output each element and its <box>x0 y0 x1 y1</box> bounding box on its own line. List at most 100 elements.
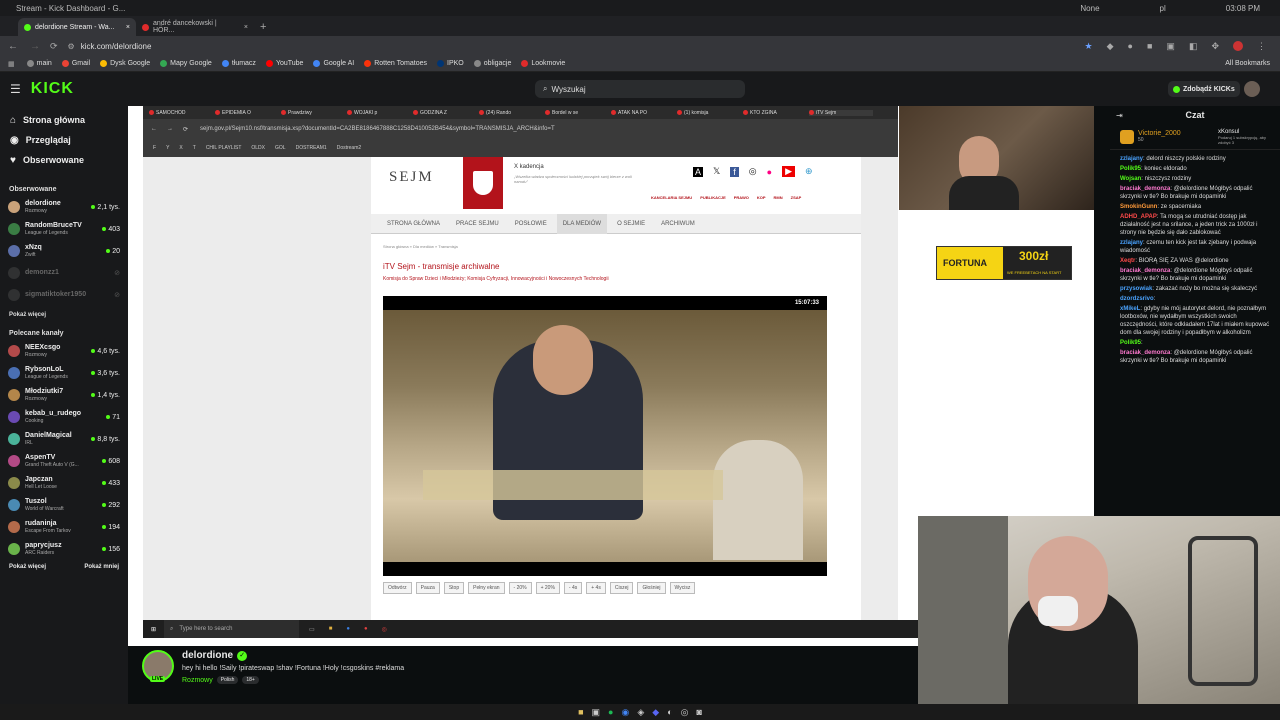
nav-label: Strona główna <box>23 115 86 125</box>
obs-icon[interactable]: ◙ <box>696 707 701 717</box>
chat-username[interactable]: Polik95 <box>1120 166 1141 172</box>
sidebar-channel[interactable]: demonzz1 ⊘ <box>0 262 128 284</box>
nav-item-2[interactable]: ♥ Obserwowane <box>0 150 128 170</box>
instagram-icon[interactable]: ◎ <box>749 166 757 177</box>
bookmark-item[interactable]: Rotten Tomatoes <box>364 60 427 67</box>
kick-logo[interactable]: KICK <box>31 80 74 98</box>
browser-tab-kick[interactable]: delordione Stream - Wa... × <box>18 18 136 36</box>
flickr-icon[interactable]: ● <box>767 167 772 177</box>
search-input[interactable]: Wyszukaj <box>551 85 585 94</box>
nav-item-0[interactable]: ⌂ Strona główna <box>0 110 128 130</box>
close-icon[interactable]: × <box>244 24 248 31</box>
collapse-chat-icon[interactable]: ⇥ <box>1116 111 1123 120</box>
sidebar-channel[interactable]: kebab_u_rudego Cooking 71 <box>0 406 128 428</box>
sejm-video-player[interactable]: 15:07:33 <box>383 296 827 576</box>
extension-icon[interactable]: ■ <box>1147 41 1152 52</box>
app-icon[interactable]: ◈ <box>637 707 644 718</box>
star-icon[interactable]: ★ <box>1085 41 1093 52</box>
profile-avatar[interactable] <box>1233 40 1243 51</box>
sidebar-channel[interactable]: Japczan Hell Let Loose 433 <box>0 472 128 494</box>
fortuna-ad-banner[interactable]: FORTUNA 300zł WE FREEBETACH NA START <box>936 246 1072 280</box>
inner-tab: iTV Sejm <box>809 109 873 116</box>
bookmark-item[interactable]: tłumacz <box>221 60 256 67</box>
extension-icon[interactable]: ● <box>1128 41 1133 52</box>
chat-username[interactable]: Xeqtr <box>1120 258 1135 264</box>
new-tab-icon[interactable]: + <box>260 21 266 33</box>
sidebar-channel[interactable]: rudaninja Escape From Tarkov 194 <box>0 516 128 538</box>
bookmark-item[interactable]: Lookmovie <box>521 60 565 67</box>
spotify-icon[interactable]: ● <box>608 707 613 717</box>
terminal-icon[interactable]: ▣ <box>592 707 601 718</box>
nav-item-1[interactable]: ◉ Przeglądaj <box>0 130 128 150</box>
chat-username[interactable]: przysowiak <box>1120 286 1152 292</box>
show-more-followed-link[interactable]: Pokaż więcej <box>0 308 128 322</box>
chrome-icon[interactable]: ◉ <box>621 707 629 718</box>
bookmark-item[interactable]: IPKO <box>437 60 464 67</box>
ad-subtext: WE FREEBETACH NA START <box>1007 270 1062 275</box>
chat-username[interactable]: ADHD_APAP <box>1120 214 1157 220</box>
sidebar-channel[interactable]: RandomBruceTV League of Legends 403 <box>0 218 128 240</box>
bookmark-item[interactable]: Google AI <box>313 60 354 67</box>
url-field[interactable]: kick.com/delordione <box>81 42 152 51</box>
chat-username[interactable]: Polik95 <box>1120 340 1141 346</box>
sidebar-channel[interactable]: Tuszol World of Warcraft 292 <box>0 494 128 516</box>
bookmark-item[interactable]: main <box>26 60 52 67</box>
all-bookmarks[interactable]: All Bookmarks <box>1225 60 1270 67</box>
browser-tab-youtube[interactable]: andré dancekowski | HÖR... × <box>136 18 254 36</box>
bookmark-item[interactable]: Mapy Google <box>160 60 212 67</box>
site-info-icon[interactable]: ⚙ <box>68 42 75 51</box>
bookmark-item[interactable]: obligacje <box>473 60 511 67</box>
app-icon[interactable]: ◎ <box>681 707 689 718</box>
tag-18plus[interactable]: 18+ <box>242 676 259 684</box>
sidebar-channel[interactable]: AspenTV Grand Theft Auto V (G... 608 <box>0 450 128 472</box>
chat-username[interactable]: Wojsan <box>1120 176 1141 182</box>
chat-username[interactable]: zzlajany <box>1120 156 1143 162</box>
apps-icon[interactable]: ▦ <box>8 60 15 68</box>
sidebar-channel[interactable]: xNzq Zwift 20 <box>0 240 128 262</box>
bookmark-item[interactable]: YouTube <box>265 60 303 67</box>
steam-icon[interactable]: ◐ <box>667 707 672 717</box>
show-less-link[interactable]: Pokaż mniej <box>84 564 119 570</box>
show-more-recommended-link[interactable]: Pokaż więcej <box>9 564 46 570</box>
back-icon[interactable]: ← <box>8 41 18 52</box>
extension-icon[interactable]: ▣ <box>1166 41 1175 52</box>
extension-icon[interactable]: ◧ <box>1189 41 1198 52</box>
facebook-icon[interactable]: f <box>730 166 739 177</box>
sidebar-channel[interactable]: sigmatiktoker1950 ⊘ <box>0 284 128 306</box>
bookmark-item[interactable]: Dysk Google <box>100 60 150 67</box>
sidebar-channel[interactable]: RybsonLoL League of Legends 3,6 tys. <box>0 362 128 384</box>
sidebar-channel[interactable]: Młodziutki7 Rozmowy 1,4 tys. <box>0 384 128 406</box>
get-kicks-button[interactable]: Zdobądź KICKs <box>1168 81 1240 97</box>
stream-category[interactable]: Rozmowy <box>182 677 213 684</box>
sidebar-channel[interactable]: DanielMagical IRL 8,8 tys. <box>0 428 128 450</box>
close-icon[interactable]: × <box>126 24 130 31</box>
chat-username[interactable]: braciak_demonza <box>1120 350 1170 356</box>
user-avatar[interactable] <box>1244 81 1260 97</box>
sidebar-channel[interactable]: paprycjusz ARC Raiders 156 <box>0 538 128 560</box>
chat-username[interactable]: SmokinGunn <box>1120 204 1157 210</box>
puzzle-icon[interactable]: ✥ <box>1211 41 1219 52</box>
tag-polish[interactable]: Polish <box>216 676 239 684</box>
alt-icon[interactable]: A <box>693 166 704 177</box>
extension-icon[interactable]: ◆ <box>1107 41 1114 52</box>
streamer-name[interactable]: delordione <box>182 650 233 661</box>
forward-icon[interactable]: → <box>30 41 40 52</box>
menu-icon[interactable]: ⋮ <box>1257 41 1266 52</box>
chat-username[interactable]: xMikeL <box>1120 306 1140 312</box>
chat-username[interactable]: dzordzsrivo <box>1120 296 1154 302</box>
viewer-count: 403 <box>102 226 120 233</box>
globe-icon[interactable]: ⊕ <box>805 166 813 177</box>
sidebar-channel[interactable]: delordione Rozmowy 2,1 tys. <box>0 196 128 218</box>
youtube-icon[interactable]: ▶ <box>782 166 796 177</box>
discord-icon[interactable]: ◆ <box>652 707 659 718</box>
chat-username[interactable]: braciak_demonza <box>1120 186 1170 192</box>
bookmark-item[interactable]: Gmail <box>61 60 90 67</box>
files-icon[interactable]: ■ <box>578 707 583 717</box>
reload-icon[interactable]: ⟳ <box>50 41 58 52</box>
hamburger-menu-icon[interactable]: ☰ <box>10 82 21 96</box>
search-box[interactable]: ⌕ Wyszukaj <box>535 80 745 98</box>
sidebar-channel[interactable]: NEEXcsgo Rozmowy 4,6 tys. <box>0 340 128 362</box>
chat-username[interactable]: braciak_demonza <box>1120 268 1170 274</box>
chat-username[interactable]: zzlajany <box>1120 240 1143 246</box>
x-social-icon[interactable]: 𝕏 <box>713 166 720 177</box>
